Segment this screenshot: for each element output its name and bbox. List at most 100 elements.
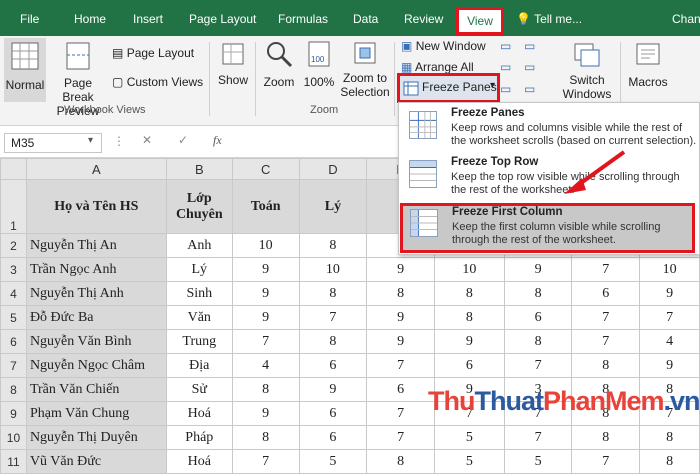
- page-break-preview-button[interactable]: Page Break Preview: [48, 38, 108, 118]
- cell-score[interactable]: 8: [639, 449, 700, 474]
- cell-student-name[interactable]: Trần Văn Chiến: [25, 377, 167, 402]
- cell-score[interactable]: 5: [434, 425, 505, 450]
- zoom-to-selection-button[interactable]: Zoom to Selection: [339, 38, 391, 102]
- cell-score[interactable]: 7: [571, 257, 641, 282]
- freeze-panes-button[interactable]: Freeze Panes ▾: [397, 73, 500, 103]
- cell-score[interactable]: 7: [571, 305, 641, 330]
- row-header[interactable]: 6: [0, 329, 27, 354]
- tab-view[interactable]: View: [456, 7, 504, 35]
- cell-class[interactable]: Văn: [165, 305, 233, 330]
- view-side-by-side-button[interactable]: ▭: [524, 37, 535, 55]
- cell-score[interactable]: 8: [298, 329, 368, 354]
- cell-score[interactable]: 7: [503, 353, 573, 378]
- cell-score[interactable]: 5: [434, 449, 505, 474]
- zoom-100-button[interactable]: 100 100%: [300, 38, 338, 102]
- cell-score[interactable]: 8: [231, 377, 300, 402]
- row-header[interactable]: 11: [0, 449, 27, 474]
- unhide-button[interactable]: ▭: [500, 80, 511, 98]
- select-all-corner[interactable]: [0, 158, 27, 180]
- cell-score[interactable]: 7: [571, 449, 641, 474]
- header-cell-toan[interactable]: Toán: [231, 179, 300, 234]
- cell-student-name[interactable]: Vũ Văn Đức: [25, 449, 167, 474]
- row-header[interactable]: 1: [0, 179, 27, 234]
- cell-class[interactable]: Hoá: [165, 401, 233, 426]
- cell-student-name[interactable]: Nguyễn Thị An: [25, 233, 167, 258]
- menu-item-freeze-panes[interactable]: Freeze Panes Keep rows and columns visib…: [399, 105, 699, 154]
- cell-class[interactable]: Pháp: [165, 425, 233, 450]
- row-header[interactable]: 9: [0, 401, 27, 426]
- cell-score[interactable]: 5: [503, 449, 573, 474]
- enter-icon[interactable]: ✓: [178, 133, 188, 147]
- split-button[interactable]: ▭: [500, 37, 511, 55]
- cell-student-name[interactable]: Nguyễn Văn Bình: [25, 329, 167, 354]
- cell-score[interactable]: 6: [298, 353, 368, 378]
- cell-student-name[interactable]: Đỗ Đức Ba: [25, 305, 167, 330]
- cell-class[interactable]: Địa: [165, 353, 233, 378]
- cell-score[interactable]: 9: [366, 305, 435, 330]
- cell-score[interactable]: 6: [298, 401, 368, 426]
- cell-class[interactable]: Sử: [165, 377, 233, 402]
- name-box-dropdown-icon[interactable]: ▾: [88, 135, 93, 146]
- cell-student-name[interactable]: Nguyễn Thị Duyên: [25, 425, 167, 450]
- cell-score[interactable]: 7: [366, 401, 435, 426]
- cell-score[interactable]: 9: [503, 257, 573, 282]
- cell-score[interactable]: 8: [571, 425, 641, 450]
- cell-score[interactable]: 8: [231, 425, 300, 450]
- cell-score[interactable]: 10: [298, 257, 368, 282]
- cell-score[interactable]: 9: [298, 377, 368, 402]
- macros-button[interactable]: Macros: [626, 38, 670, 102]
- zoom-button[interactable]: Zoom: [259, 38, 299, 102]
- cell-score[interactable]: 9: [639, 281, 700, 306]
- new-window-button[interactable]: ▣ New Window: [401, 37, 486, 55]
- cell-score[interactable]: 9: [366, 329, 435, 354]
- cell-score[interactable]: 6: [366, 377, 435, 402]
- tab-page-layout[interactable]: Page Layout: [189, 0, 256, 36]
- cell-score[interactable]: 8: [298, 281, 368, 306]
- hide-button[interactable]: ▭: [500, 58, 511, 76]
- cell-score[interactable]: 7: [298, 305, 368, 330]
- cell-score[interactable]: 8: [298, 233, 368, 258]
- cell-score[interactable]: 8: [639, 425, 700, 450]
- row-header[interactable]: 5: [0, 305, 27, 330]
- tab-formulas[interactable]: Formulas: [278, 0, 328, 36]
- cell-student-name[interactable]: Nguyễn Ngọc Châm: [25, 353, 167, 378]
- cell-score[interactable]: 7: [231, 449, 300, 474]
- row-header[interactable]: 8: [0, 377, 27, 402]
- cell-score[interactable]: 6: [434, 353, 505, 378]
- custom-views-button[interactable]: ▢ Custom Views: [112, 73, 203, 91]
- cell-score[interactable]: 8: [366, 281, 435, 306]
- menu-item-freeze-top-row[interactable]: Freeze Top Row Keep the top row visible …: [399, 154, 699, 203]
- cell-score[interactable]: 6: [298, 425, 368, 450]
- cell-score[interactable]: 9: [231, 305, 300, 330]
- row-header[interactable]: 3: [0, 257, 27, 282]
- row-header[interactable]: 4: [0, 281, 27, 306]
- row-header[interactable]: 7: [0, 353, 27, 378]
- normal-view-button[interactable]: Normal: [4, 38, 46, 102]
- cell-class[interactable]: Sinh: [165, 281, 233, 306]
- row-header[interactable]: 10: [0, 425, 27, 450]
- sync-scrolling-button[interactable]: ▭: [524, 58, 535, 76]
- cell-class[interactable]: Trung: [165, 329, 233, 354]
- cell-score[interactable]: 7: [231, 329, 300, 354]
- column-header[interactable]: D: [298, 158, 368, 180]
- cell-score[interactable]: 10: [639, 257, 700, 282]
- cell-score[interactable]: 10: [434, 257, 505, 282]
- switch-windows-button[interactable]: Switch Windows ▾: [558, 38, 616, 115]
- tab-insert[interactable]: Insert: [133, 0, 163, 36]
- user-name[interactable]: Chan: [672, 0, 700, 36]
- cell-score[interactable]: 7: [639, 305, 700, 330]
- column-header[interactable]: C: [231, 158, 300, 180]
- reset-window-button[interactable]: ▭: [524, 80, 535, 98]
- cell-score[interactable]: 6: [571, 281, 641, 306]
- cell-score[interactable]: 8: [434, 281, 505, 306]
- cell-score[interactable]: 7: [571, 329, 641, 354]
- cell-class[interactable]: Lý: [165, 257, 233, 282]
- tab-review[interactable]: Review: [404, 0, 443, 36]
- column-header[interactable]: A: [25, 158, 167, 180]
- header-cell-class[interactable]: Lớp Chuyên: [165, 179, 233, 234]
- cell-score[interactable]: 5: [298, 449, 368, 474]
- show-button[interactable]: Show: [214, 38, 252, 102]
- tell-me-search[interactable]: 💡 Tell me...: [516, 0, 582, 36]
- cell-score[interactable]: 10: [231, 233, 300, 258]
- cell-class[interactable]: Hoá: [165, 449, 233, 474]
